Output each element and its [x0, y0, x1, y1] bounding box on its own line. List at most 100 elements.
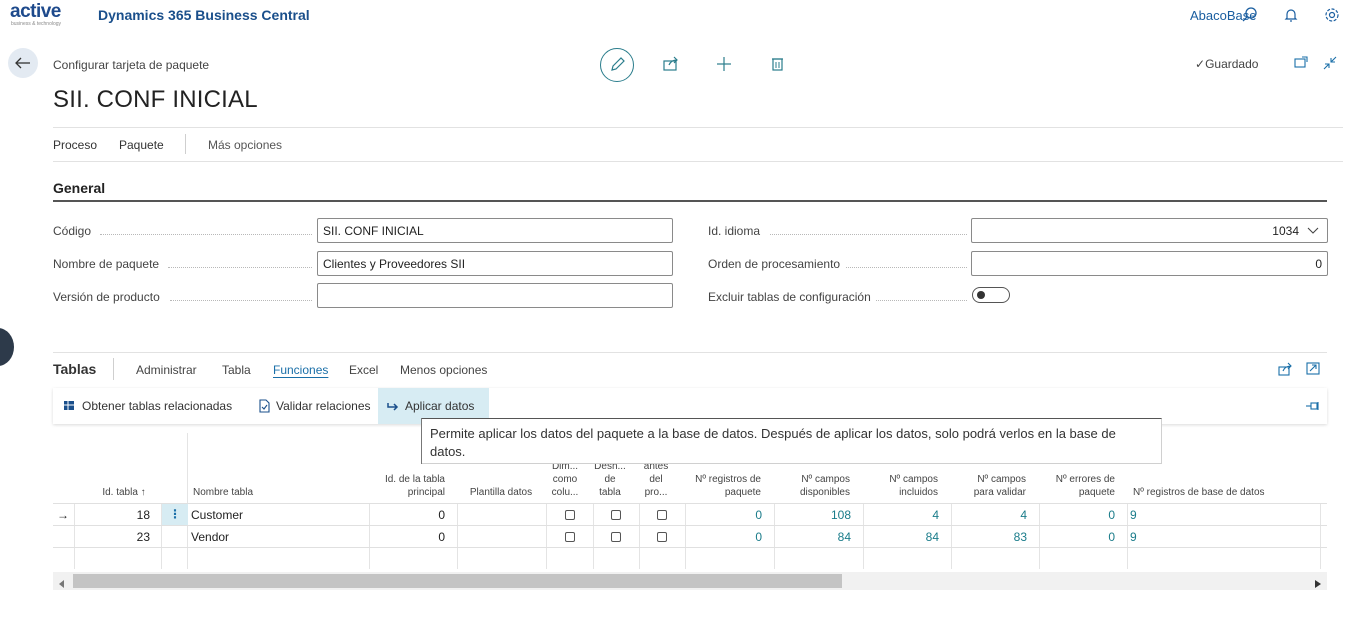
cell-reg-base-datos[interactable]: 9	[1130, 504, 1137, 526]
row-menu-button[interactable]: ⋮	[162, 504, 188, 525]
toggle-knob	[977, 291, 985, 299]
obtener-tablas-button[interactable]: Obtener tablas relacionadas	[55, 388, 240, 424]
cell-campos-validar[interactable]: 4	[956, 504, 1027, 526]
cell-reg-paquete[interactable]: 0	[687, 504, 762, 526]
arrow-left-icon	[15, 57, 30, 69]
grid-header: Id. tabla ↑ Nombre tabla Id. de la tabla…	[53, 460, 1327, 503]
codigo-field[interactable]: SII. CONF INICIAL	[317, 218, 673, 243]
col-plantilla-datos[interactable]: Plantilla datos	[459, 486, 543, 499]
checkbox-desh-tabla[interactable]	[611, 510, 621, 520]
col-reg-paquete[interactable]: Nº registros de paquete	[687, 473, 761, 499]
table-row[interactable]: → 18 ⋮ Customer 0 0 108 4 4 0 9	[53, 503, 1327, 525]
scrollbar-thumb[interactable]	[73, 574, 842, 588]
table-row-empty[interactable]	[53, 547, 1327, 569]
search-icon[interactable]	[1240, 5, 1260, 25]
checkbox-antes-proceso[interactable]	[657, 532, 667, 542]
breadcrumb: Configurar tarjeta de paquete	[53, 58, 210, 72]
delete-button[interactable]	[761, 49, 795, 81]
cell-campos-disponibles[interactable]: 108	[777, 504, 851, 526]
plus-icon	[717, 57, 731, 71]
check-icon: ✓	[1195, 57, 1206, 71]
back-button[interactable]	[8, 48, 38, 78]
validar-relaciones-label: Validar relaciones	[276, 399, 371, 413]
side-panel-handle[interactable]	[0, 328, 14, 366]
dotted-leader	[170, 300, 312, 301]
col-reg-base-datos[interactable]: Nº registros de base de datos	[1133, 486, 1293, 499]
tab-separator	[113, 358, 114, 380]
col-campos-disponibles[interactable]: Nº campos disponibles	[777, 473, 850, 499]
tablas-title[interactable]: Tablas	[53, 361, 96, 377]
menu-separator	[185, 134, 186, 154]
col-id-tabla-principal[interactable]: Id. de la tabla principal	[371, 473, 445, 499]
open-new-window-icon[interactable]	[1291, 53, 1311, 73]
tab-menos-opciones[interactable]: Menos opciones	[400, 363, 487, 377]
cell-id-principal[interactable]: 0	[371, 526, 445, 548]
col-id-tabla[interactable]: Id. tabla ↑	[93, 486, 155, 499]
tab-funciones[interactable]: Funciones	[273, 363, 328, 377]
add-button[interactable]	[708, 49, 742, 81]
col-campos-incluidos[interactable]: Nº campos incluidos	[867, 473, 938, 499]
col-campos-validar[interactable]: Nº campos para validar	[956, 473, 1026, 499]
expand-icon[interactable]	[1304, 359, 1324, 379]
edit-button[interactable]	[600, 48, 634, 82]
cell-id-principal[interactable]: 0	[371, 504, 445, 526]
cell-campos-disponibles[interactable]: 84	[777, 526, 851, 548]
chevron-down-icon	[1307, 227, 1319, 234]
version-producto-field[interactable]	[317, 283, 673, 308]
cell-campos-incluidos[interactable]: 4	[867, 504, 939, 526]
col-antes-proceso[interactable]: antes del pro...	[639, 460, 673, 499]
dotted-leader	[770, 234, 967, 235]
cell-campos-incluidos[interactable]: 84	[867, 526, 939, 548]
pin-icon[interactable]	[1305, 399, 1321, 416]
divider	[53, 352, 1327, 353]
nombre-paquete-label: Nombre de paquete	[53, 257, 160, 271]
share-button[interactable]	[655, 49, 689, 81]
checkbox-desh-tabla[interactable]	[611, 532, 621, 542]
checkbox-dim-columnas[interactable]	[565, 532, 575, 542]
section-underline	[53, 200, 1327, 202]
id-idioma-select[interactable]: 1034	[971, 218, 1328, 243]
col-errores-paquete[interactable]: Nº errores de paquete	[1043, 473, 1115, 499]
cell-id-tabla[interactable]: 18	[75, 504, 150, 526]
tab-administrar[interactable]: Administrar	[136, 363, 197, 377]
orden-procesamiento-field[interactable]: 0	[971, 251, 1328, 276]
menu-paquete[interactable]: Paquete	[119, 138, 164, 152]
col-desh-tabla[interactable]: Desh... de tabla	[593, 460, 627, 499]
validar-relaciones-button[interactable]: Validar relaciones	[249, 388, 379, 424]
cell-errores-paquete[interactable]: 0	[1043, 526, 1115, 548]
horizontal-scrollbar[interactable]	[53, 572, 1327, 590]
menu-more-options[interactable]: Más opciones	[208, 138, 282, 152]
share-icon[interactable]	[1276, 359, 1296, 379]
col-nombre-tabla[interactable]: Nombre tabla	[193, 486, 353, 499]
cell-reg-base-datos[interactable]: 9	[1130, 526, 1137, 548]
cell-errores-paquete[interactable]: 0	[1043, 504, 1115, 526]
table-get-icon	[64, 401, 74, 410]
bell-icon[interactable]	[1281, 5, 1301, 25]
app-name[interactable]: Dynamics 365 Business Central	[98, 7, 310, 23]
gear-icon[interactable]	[1322, 5, 1342, 25]
section-general-title[interactable]: General	[53, 180, 105, 196]
scroll-left-icon[interactable]	[59, 577, 65, 591]
tab-tabla[interactable]: Tabla	[222, 363, 251, 377]
cell-campos-validar[interactable]: 83	[956, 526, 1027, 548]
nombre-paquete-field[interactable]: Clientes y Proveedores SII	[317, 251, 673, 276]
cell-reg-paquete[interactable]: 0	[687, 526, 762, 548]
col-dim-columnas[interactable]: Dim... como colu...	[547, 460, 583, 499]
collapse-icon[interactable]	[1320, 53, 1340, 73]
current-row-arrow-icon: →	[57, 508, 69, 522]
checkbox-antes-proceso[interactable]	[657, 510, 667, 520]
cell-id-tabla[interactable]: 23	[75, 526, 150, 548]
id-idioma-value: 1034	[1272, 224, 1299, 238]
checkbox-dim-columnas[interactable]	[565, 510, 575, 520]
top-bar: active business & technology Dynamics 36…	[0, 0, 1352, 32]
cell-nombre-tabla[interactable]: Vendor	[191, 526, 229, 548]
excluir-tablas-toggle[interactable]	[972, 287, 1010, 303]
tab-excel[interactable]: Excel	[349, 363, 378, 377]
cell-nombre-tabla[interactable]: Customer	[191, 504, 243, 526]
saved-label: Guardado	[1205, 57, 1259, 71]
table-row[interactable]: 23 Vendor 0 0 84 84 83 0 9	[53, 525, 1327, 547]
company-logo[interactable]: active business & technology	[10, 2, 61, 28]
dotted-leader	[876, 300, 967, 301]
menu-proceso[interactable]: Proceso	[53, 138, 97, 152]
scroll-right-icon[interactable]	[1315, 577, 1321, 591]
